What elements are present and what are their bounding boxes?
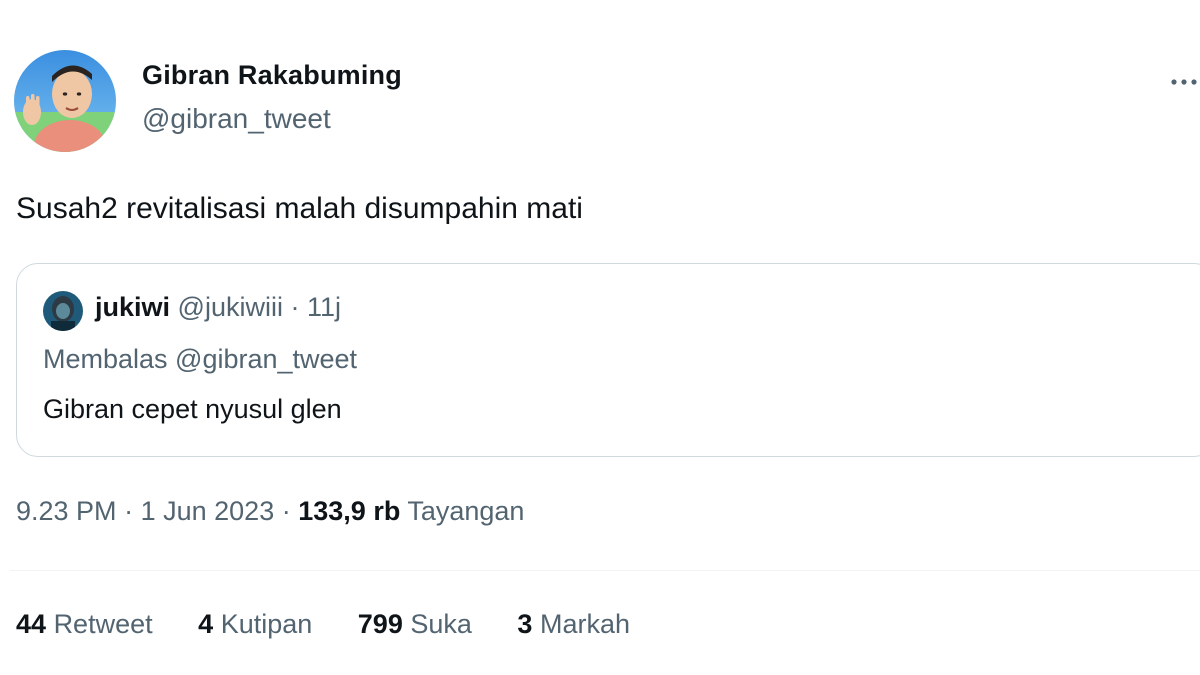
likes-label: Suka [410,609,472,639]
quoted-reply-context: Membalas @gibran_tweet [43,344,358,374]
quotes-count: 4 [198,609,214,639]
separator-dot: · [124,496,134,526]
tweet-stats: 44 Retweet 4 Kutipan 799 Suka 3 Markah [16,609,668,640]
quoted-timestamp[interactable]: 11j [307,292,341,322]
more-icon[interactable] [1168,66,1200,98]
quotes-stat[interactable]: 4 Kutipan [198,609,312,639]
tweet-text: Susah2 revitalisasi malah disumpahin mat… [16,192,583,225]
quoted-author-handle[interactable]: @jukiwiii [178,292,283,322]
divider [10,570,1200,571]
quoted-author-avatar [43,291,83,331]
separator-dot: · [281,496,291,526]
bookmarks-label: Markah [539,609,630,639]
quoted-tweet[interactable]: jukiwi @jukiwiii · 11j Membalas @gibran_… [16,263,1200,457]
quoted-author-name[interactable]: jukiwi [95,292,170,322]
quoted-text: Gibran cepet nyusul glen [43,394,342,424]
tweet-meta: 9.23 PM · 1 Jun 2023 · 133,9 rb Tayangan [16,496,524,527]
tweet-card: Gibran Rakabuming @gibran_tweet Susah2 r… [0,0,1200,675]
author-name[interactable]: Gibran Rakabuming [142,60,402,91]
quoted-header: jukiwi @jukiwiii · 11j [95,292,341,323]
tweet-time[interactable]: 9.23 PM [16,496,117,526]
retweets-count: 44 [16,609,47,639]
bookmarks-count: 3 [517,609,533,639]
views-count: 133,9 rb [298,496,401,526]
profile-photo-icon [14,50,116,152]
separator-dot: · [290,292,300,322]
retweets-stat[interactable]: 44 Retweet [16,609,153,639]
bookmarks-stat[interactable]: 3 Markah [517,609,630,639]
likes-stat[interactable]: 799 Suka [358,609,472,639]
author-handle[interactable]: @gibran_tweet [142,103,331,135]
tweet-date[interactable]: 1 Jun 2023 [141,496,275,526]
likes-count: 799 [357,609,403,639]
views-label: Tayangan [407,496,525,526]
quotes-label: Kutipan [220,609,313,639]
quoted-profile-photo-icon [43,291,83,331]
retweets-label: Retweet [53,609,153,639]
author-avatar[interactable] [14,50,116,152]
